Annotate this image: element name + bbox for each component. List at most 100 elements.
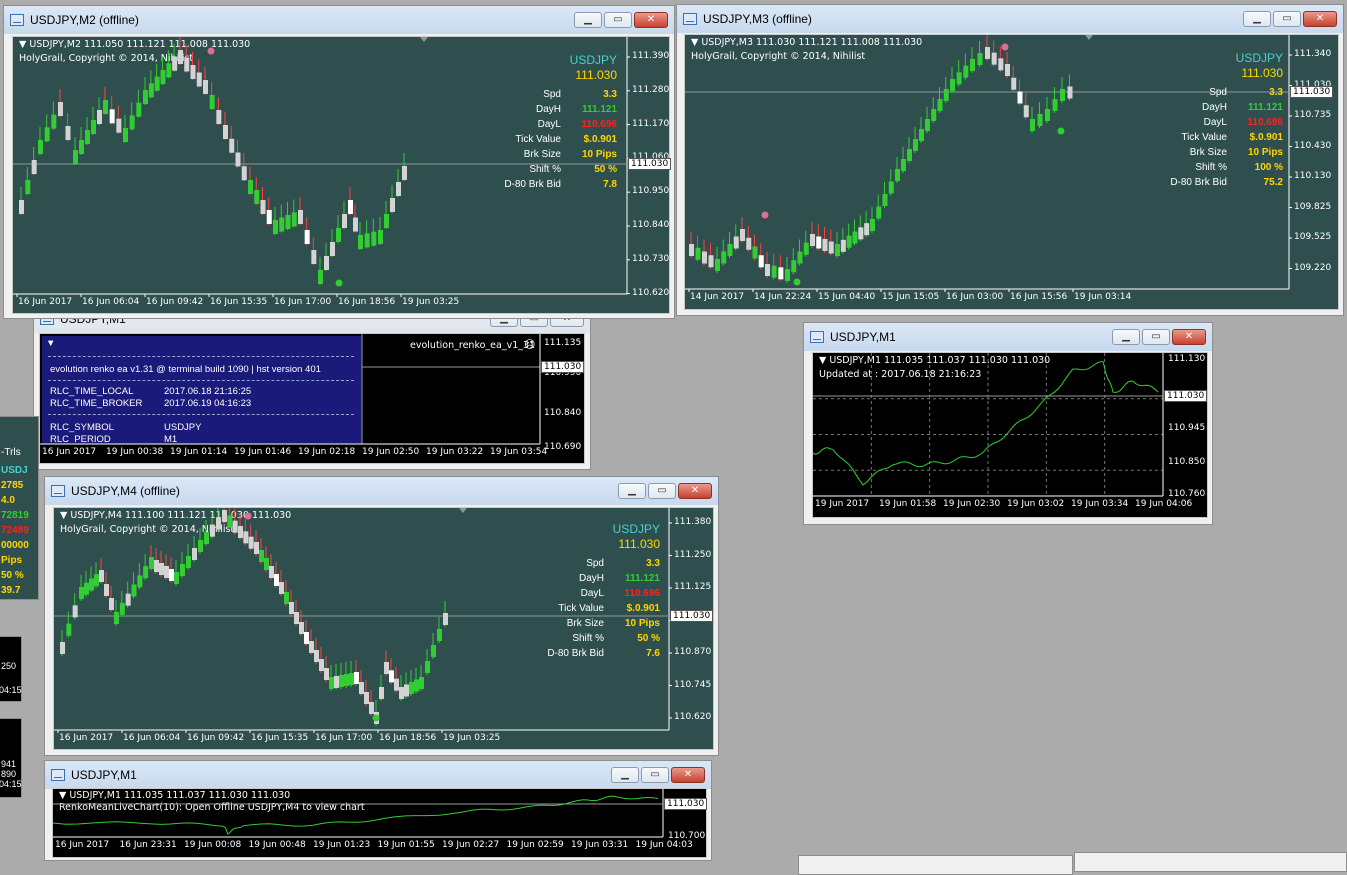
window-titlebar[interactable]: USDJPY,M1 ▁ ▭ ✕	[45, 761, 711, 789]
x-tick-label: 19 Jun 00:08	[184, 840, 242, 850]
maximize-button[interactable]: ▭	[648, 483, 676, 499]
close-button[interactable]: ✕	[1303, 11, 1337, 27]
y-tick-label: 110.690	[544, 442, 582, 452]
x-tick-label: 19 Jun 01:23	[313, 840, 371, 850]
chart-area[interactable]: ▼ USDJPY,M2 111.050 111.121 111.008 111.…	[12, 36, 672, 314]
y-tick-label: 110.430	[1294, 140, 1332, 151]
x-tick-label: 19 Jun 2017	[815, 499, 870, 509]
window-usdjpy-m3: USDJPY,M3 (offline) ▁ ▭ ✕ ▼ USDJPY,M3 11…	[676, 4, 1344, 316]
minimize-button[interactable]: ▁	[1243, 11, 1271, 27]
stat-label: DayH	[578, 573, 604, 584]
window-fragment-bottom-right-1	[798, 855, 1073, 875]
maximize-button[interactable]: ▭	[604, 12, 632, 28]
symbol-label: USDJPY	[569, 53, 617, 67]
current-price-tag: 111.030	[670, 610, 714, 622]
y-tick-label: 110.620	[632, 287, 670, 298]
stat-value: $.0.901	[1249, 132, 1283, 143]
chart-area[interactable]: ▼ USDJPY,M1 111.035 111.037 111.030 111.…	[812, 352, 1208, 518]
stat-label: Brk Size	[1189, 147, 1227, 158]
y-tick-label: 110.850	[1168, 457, 1206, 467]
close-button[interactable]: ✕	[1172, 329, 1206, 345]
minimize-button[interactable]: ▁	[574, 12, 602, 28]
stat-value: 50 %	[594, 164, 617, 175]
x-tick-label: 19 Jun 03:22	[426, 447, 484, 457]
ea-chart-lines	[40, 334, 541, 445]
y-tick-label: 111.380	[674, 517, 712, 527]
chart-area[interactable]: ▼ USDJPY,M4 111.100 111.121 111.030 111.…	[53, 507, 714, 750]
chart-area[interactable]: ▼ USDJPY,M1 111.035 111.037 111.030 111.…	[52, 788, 708, 858]
x-tick-label: 19 Jun 01:55	[377, 840, 435, 850]
x-tick-label: 16 Jun 15:56	[1010, 292, 1068, 302]
chart-window-icon	[683, 13, 697, 25]
y-tick-label: 110.950	[632, 186, 670, 197]
stat-label: Brk Size	[566, 618, 604, 629]
y-tick-label: 111.390	[632, 51, 670, 61]
stat-label: Spd	[543, 89, 561, 100]
x-tick-label: 19 Jun 01:46	[234, 447, 292, 457]
fragment-stat: 00000	[1, 540, 29, 551]
minimize-button[interactable]: ▁	[611, 767, 639, 783]
stat-value: 110.696	[624, 588, 660, 599]
current-price-tag: 111.030	[541, 361, 585, 373]
window-titlebar[interactable]: USDJPY,M1 ▁ ▭ ✕	[804, 323, 1212, 351]
x-tick-label: 16 Jun 06:04	[123, 733, 181, 743]
fragment-stat: 50 %	[1, 570, 24, 581]
fragment-stat: 72819	[1, 510, 29, 521]
window-fragment-left-small-1: 250 04:15	[0, 636, 22, 702]
window-titlebar[interactable]: USDJPY,M2 (offline) ▁ ▭ ✕	[4, 6, 674, 34]
minimize-button[interactable]: ▁	[1112, 329, 1140, 345]
x-tick-label: 19 Jun 03:25	[402, 297, 460, 307]
x-tick-label: 16 Jun 15:35	[251, 733, 309, 743]
stat-label: DayL	[537, 119, 561, 130]
y-tick-label: 109.825	[1294, 201, 1332, 212]
y-tick-label: 111.170	[632, 118, 670, 129]
chart-area[interactable]: ▼ USDJPY,M3 111.030 111.121 111.008 111.…	[684, 34, 1339, 310]
window-titlebar[interactable]: USDJPY,M3 (offline) ▁ ▭ ✕	[677, 5, 1343, 33]
y-tick-label: 110.840	[632, 220, 670, 230]
price-label: 111.030	[575, 68, 617, 82]
stat-label: Tick Value	[515, 134, 561, 145]
close-button[interactable]: ✕	[671, 767, 705, 783]
x-tick-label: 19 Jun 00:38	[106, 447, 164, 457]
maximize-button[interactable]: ▭	[641, 767, 669, 783]
stat-value: 7.8	[603, 179, 617, 190]
maximize-button[interactable]: ▭	[1273, 11, 1301, 27]
window-titlebar[interactable]: USDJPY,M4 (offline) ▁ ▭ ✕	[45, 477, 718, 505]
y-tick-label: 109.220	[1294, 262, 1332, 273]
x-tick-label: 19 Jun 04:03	[635, 840, 693, 850]
chart-area[interactable]: ▼ evolution renko ea v1.31 @ terminal bu…	[39, 333, 585, 464]
stat-value: 10 Pips	[1247, 147, 1283, 158]
x-tick-label: 16 Jun 18:56	[379, 733, 437, 743]
x-tick-label: 15 Jun 04:40	[818, 292, 876, 302]
stat-label: D-80 Brk Bid	[547, 648, 604, 659]
window-usdjpy-m1-right: USDJPY,M1 ▁ ▭ ✕ ▼ USDJPY,M1 111.035 111.…	[803, 322, 1213, 525]
window-fragment-left: USDJ 2785 4.0 72819 72489 00000 Pips 50 % 39.7 -T…	[0, 416, 39, 600]
stat-label: Tick Value	[1181, 132, 1227, 143]
x-tick-label: 16 Jun 23:31	[119, 840, 177, 850]
stat-value: 75.2	[1263, 177, 1283, 188]
stat-label: Tick Value	[558, 603, 604, 614]
close-button[interactable]: ✕	[634, 12, 668, 28]
fragment-value: 250	[1, 661, 17, 671]
close-button[interactable]: ✕	[678, 483, 712, 499]
current-price-tag: 111.030	[1290, 86, 1334, 98]
x-tick-label: 15 Jun 15:05	[882, 292, 940, 302]
minimize-button[interactable]: ▁	[618, 483, 646, 499]
price-label: 111.030	[1241, 66, 1283, 80]
chart-window-icon	[51, 485, 65, 497]
y-tick-label: 110.130	[1294, 171, 1332, 181]
window-usdjpy-m1-ea: USDJPY,M1 ▁ ▭ ✕ ▼ evolution renko ea v1.…	[33, 304, 591, 470]
stat-label: Spd	[1209, 87, 1227, 98]
maximize-button[interactable]: ▭	[1142, 329, 1170, 345]
x-tick-label: 14 Jun 2017	[690, 292, 745, 302]
x-tick-label: 19 Jun 03:31	[571, 840, 629, 850]
stat-label: D-80 Brk Bid	[504, 179, 561, 190]
fragment-stat: 72489	[1, 525, 29, 536]
x-tick-label: 19 Jun 04:06	[1135, 499, 1193, 509]
stat-label: D-80 Brk Bid	[1170, 177, 1227, 188]
fragment-value: 941	[1, 759, 17, 769]
x-tick-label: 16 Jun 06:04	[82, 297, 140, 307]
x-tick-label: 16 Jun 2017	[42, 447, 97, 457]
window-title: USDJPY,M1	[830, 330, 896, 344]
stat-label: DayH	[1201, 102, 1227, 113]
